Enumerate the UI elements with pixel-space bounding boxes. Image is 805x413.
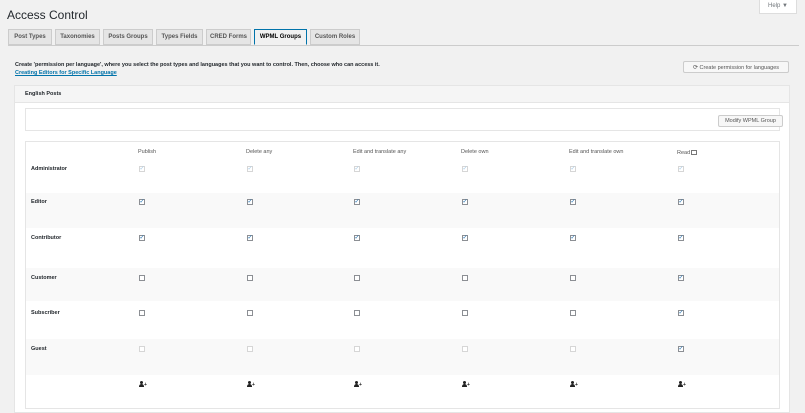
checkbox-delete-own[interactable]	[462, 166, 468, 172]
tab-wpml-groups[interactable]: WPML Groups	[254, 29, 307, 45]
permissions-grid: Publish Delete any Edit and translate an…	[25, 141, 780, 409]
create-permission-label: Create permission for languages	[699, 65, 780, 71]
tab-cred-forms[interactable]: CRED Forms	[206, 29, 251, 45]
checkbox-read[interactable]	[678, 199, 684, 205]
checkbox-edit-translate-own[interactable]	[570, 310, 576, 316]
group-panel: English Posts Modify WPML Group Publish …	[14, 85, 790, 413]
checkbox-publish[interactable]	[139, 166, 145, 172]
tab-post-types[interactable]: Post Types	[8, 29, 52, 45]
modify-wpml-group-button[interactable]: Modify WPML Group	[718, 115, 783, 127]
role-name: Customer	[31, 275, 57, 281]
help-button[interactable]: Help ▼	[759, 0, 797, 14]
tab-types-fields[interactable]: Types Fields	[156, 29, 203, 45]
panel-toolbar: Modify WPML Group	[25, 108, 783, 131]
checkbox-publish	[139, 346, 145, 352]
role-name: Subscriber	[31, 310, 60, 316]
checkbox-delete-any[interactable]	[247, 275, 253, 281]
checkbox-read[interactable]	[678, 346, 684, 352]
checkbox-delete-any[interactable]	[247, 310, 253, 316]
checkbox-delete-any[interactable]	[247, 235, 253, 241]
checkbox-edit-translate-own[interactable]	[570, 275, 576, 281]
checkbox-edit-translate-own[interactable]	[570, 199, 576, 205]
add-user-row: + + + + + +	[26, 375, 779, 408]
checkbox-publish[interactable]	[139, 199, 145, 205]
checkbox-delete-any[interactable]	[247, 199, 253, 205]
create-permission-button[interactable]: ⟳ Create permission for languages	[683, 61, 789, 73]
role-name: Editor	[31, 199, 47, 205]
role-name: Contributor	[31, 235, 62, 241]
column-header: Edit and translate any	[353, 149, 407, 155]
checkbox-read[interactable]	[678, 235, 684, 241]
table-row: Contributor	[26, 228, 779, 268]
checkbox-delete-own[interactable]	[462, 275, 468, 281]
add-user-icon[interactable]: +	[247, 381, 255, 387]
intro-text: Create 'permission per language', where …	[15, 62, 380, 68]
role-name: Administrator	[31, 166, 68, 172]
checkbox-edit-translate-any[interactable]	[354, 235, 360, 241]
add-user-icon[interactable]: +	[354, 381, 362, 387]
add-user-icon[interactable]: +	[139, 381, 147, 387]
checkbox-edit-translate-own[interactable]	[570, 166, 576, 172]
checkbox-edit-translate-own[interactable]	[570, 235, 576, 241]
checkbox-read[interactable]	[678, 275, 684, 281]
checkbox-publish[interactable]	[139, 235, 145, 241]
checkbox-delete-own[interactable]	[462, 310, 468, 316]
add-user-icon[interactable]: +	[570, 381, 578, 387]
tab-bar: Post Types Taxonomies Posts Groups Types…	[8, 29, 799, 46]
panel-title: English Posts	[15, 86, 789, 103]
page-title: Access Control	[7, 8, 88, 22]
checkbox-read[interactable]	[678, 310, 684, 316]
tab-taxonomies[interactable]: Taxonomies	[55, 29, 100, 45]
checkbox-delete-own[interactable]	[462, 199, 468, 205]
add-user-icon[interactable]: +	[678, 381, 686, 387]
column-header: Read	[677, 150, 691, 156]
checkbox-delete-any[interactable]	[247, 166, 253, 172]
checkbox-edit-translate-any	[354, 346, 360, 352]
refresh-icon: ⟳	[692, 65, 698, 71]
table-row: Editor	[26, 193, 779, 228]
tab-custom-roles[interactable]: Custom Roles	[310, 29, 360, 45]
column-header-read: Read	[677, 149, 698, 156]
role-name: Guest	[31, 346, 47, 352]
help-link[interactable]: Creating Editors for Specific Language	[15, 70, 117, 76]
checkbox-read[interactable]	[678, 166, 684, 172]
column-header: Delete own	[461, 149, 489, 155]
table-row: Subscriber	[26, 301, 779, 339]
table-row: Guest	[26, 339, 779, 375]
edit-icon[interactable]	[691, 150, 698, 155]
checkbox-delete-any	[247, 346, 253, 352]
checkbox-publish[interactable]	[139, 275, 145, 281]
column-header: Edit and translate own	[569, 149, 624, 155]
add-user-icon[interactable]: +	[462, 381, 470, 387]
checkbox-delete-own[interactable]	[462, 235, 468, 241]
checkbox-edit-translate-own	[570, 346, 576, 352]
grid-header-row: Publish Delete any Edit and translate an…	[26, 142, 779, 162]
checkbox-edit-translate-any[interactable]	[354, 199, 360, 205]
checkbox-edit-translate-any[interactable]	[354, 275, 360, 281]
checkbox-edit-translate-any[interactable]	[354, 310, 360, 316]
checkbox-publish[interactable]	[139, 310, 145, 316]
checkbox-edit-translate-any[interactable]	[354, 166, 360, 172]
table-row: Administrator	[26, 162, 779, 193]
checkbox-delete-own	[462, 346, 468, 352]
tab-posts-groups[interactable]: Posts Groups	[103, 29, 153, 45]
column-header: Publish	[138, 149, 157, 155]
column-header: Delete any	[246, 149, 273, 155]
table-row: Customer	[26, 268, 779, 301]
